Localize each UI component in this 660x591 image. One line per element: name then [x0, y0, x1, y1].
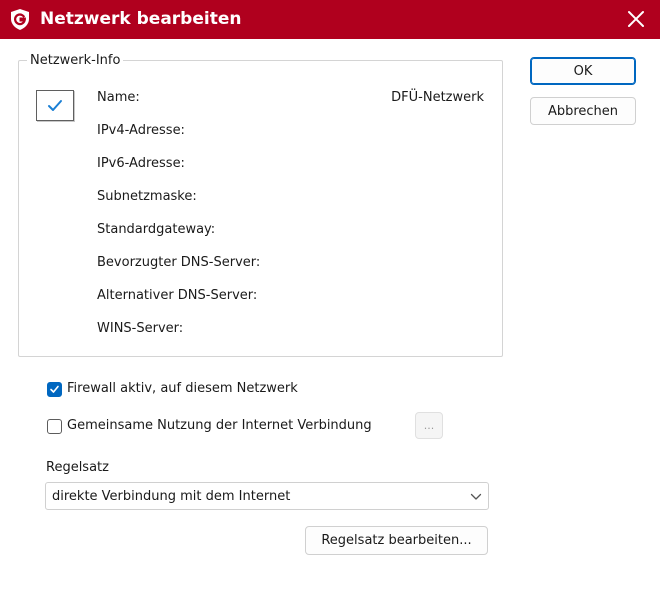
info-label: IPv4-Adresse:: [97, 123, 185, 138]
ok-button[interactable]: OK: [530, 57, 636, 85]
window-title: Netzwerk bearbeiten: [40, 9, 242, 29]
network-status-icon: [36, 90, 74, 121]
ruleset-label: Regelsatz: [46, 460, 109, 475]
g-data-logo-icon: [11, 9, 29, 30]
info-row-ipv4: IPv4-Adresse:: [97, 122, 492, 140]
info-label: Subnetzmaske:: [97, 189, 197, 204]
title-bar: Netzwerk bearbeiten: [0, 0, 660, 39]
checkbox-box[interactable]: [47, 418, 62, 434]
checkbox-box[interactable]: [47, 381, 62, 397]
close-button[interactable]: [618, 2, 654, 36]
info-row-ipv6: IPv6-Adresse:: [97, 155, 492, 173]
cancel-button[interactable]: Abbrechen: [530, 97, 636, 125]
info-row-gateway: Standardgateway:: [97, 221, 492, 239]
chevron-down-icon: [470, 493, 482, 500]
ruleset-selected-value: direkte Verbindung mit dem Internet: [52, 489, 291, 504]
ruleset-dropdown[interactable]: direkte Verbindung mit dem Internet: [45, 482, 489, 510]
info-row-wins: WINS-Server:: [97, 320, 492, 338]
info-label: Standardgateway:: [97, 222, 216, 237]
info-row-subnet: Subnetzmaske:: [97, 188, 492, 206]
edit-ruleset-button[interactable]: Regelsatz bearbeiten...: [305, 526, 488, 555]
info-row-name: Name: DFÜ-Netzwerk: [97, 89, 492, 107]
info-label: IPv6-Adresse:: [97, 156, 185, 171]
info-label: Name:: [97, 90, 140, 105]
checkmark-icon: [48, 100, 62, 111]
info-row-preferred-dns: Bevorzugter DNS-Server:: [97, 254, 492, 272]
firewall-active-checkbox[interactable]: Firewall aktiv, auf diesem Netzwerk: [47, 380, 298, 398]
shared-internet-label[interactable]: Gemeinsame Nutzung der Internet Verbindu…: [67, 417, 372, 435]
info-label: Bevorzugter DNS-Server:: [97, 255, 261, 270]
network-name-value: DFÜ-Netzwerk: [391, 90, 484, 105]
check-icon: [50, 385, 59, 393]
close-icon: [628, 11, 644, 27]
info-label: WINS-Server:: [97, 321, 184, 336]
network-info-legend: Netzwerk-Info: [27, 53, 124, 69]
info-row-alternate-dns: Alternativer DNS-Server:: [97, 287, 492, 305]
info-label: Alternativer DNS-Server:: [97, 288, 258, 303]
firewall-active-label[interactable]: Firewall aktiv, auf diesem Netzwerk: [67, 380, 298, 398]
shared-internet-settings-button[interactable]: ...: [415, 412, 443, 439]
shared-internet-checkbox[interactable]: Gemeinsame Nutzung der Internet Verbindu…: [47, 417, 372, 435]
network-info-group: Netzwerk-Info Name: DFÜ-Netzwerk IPv4-Ad…: [18, 53, 503, 357]
